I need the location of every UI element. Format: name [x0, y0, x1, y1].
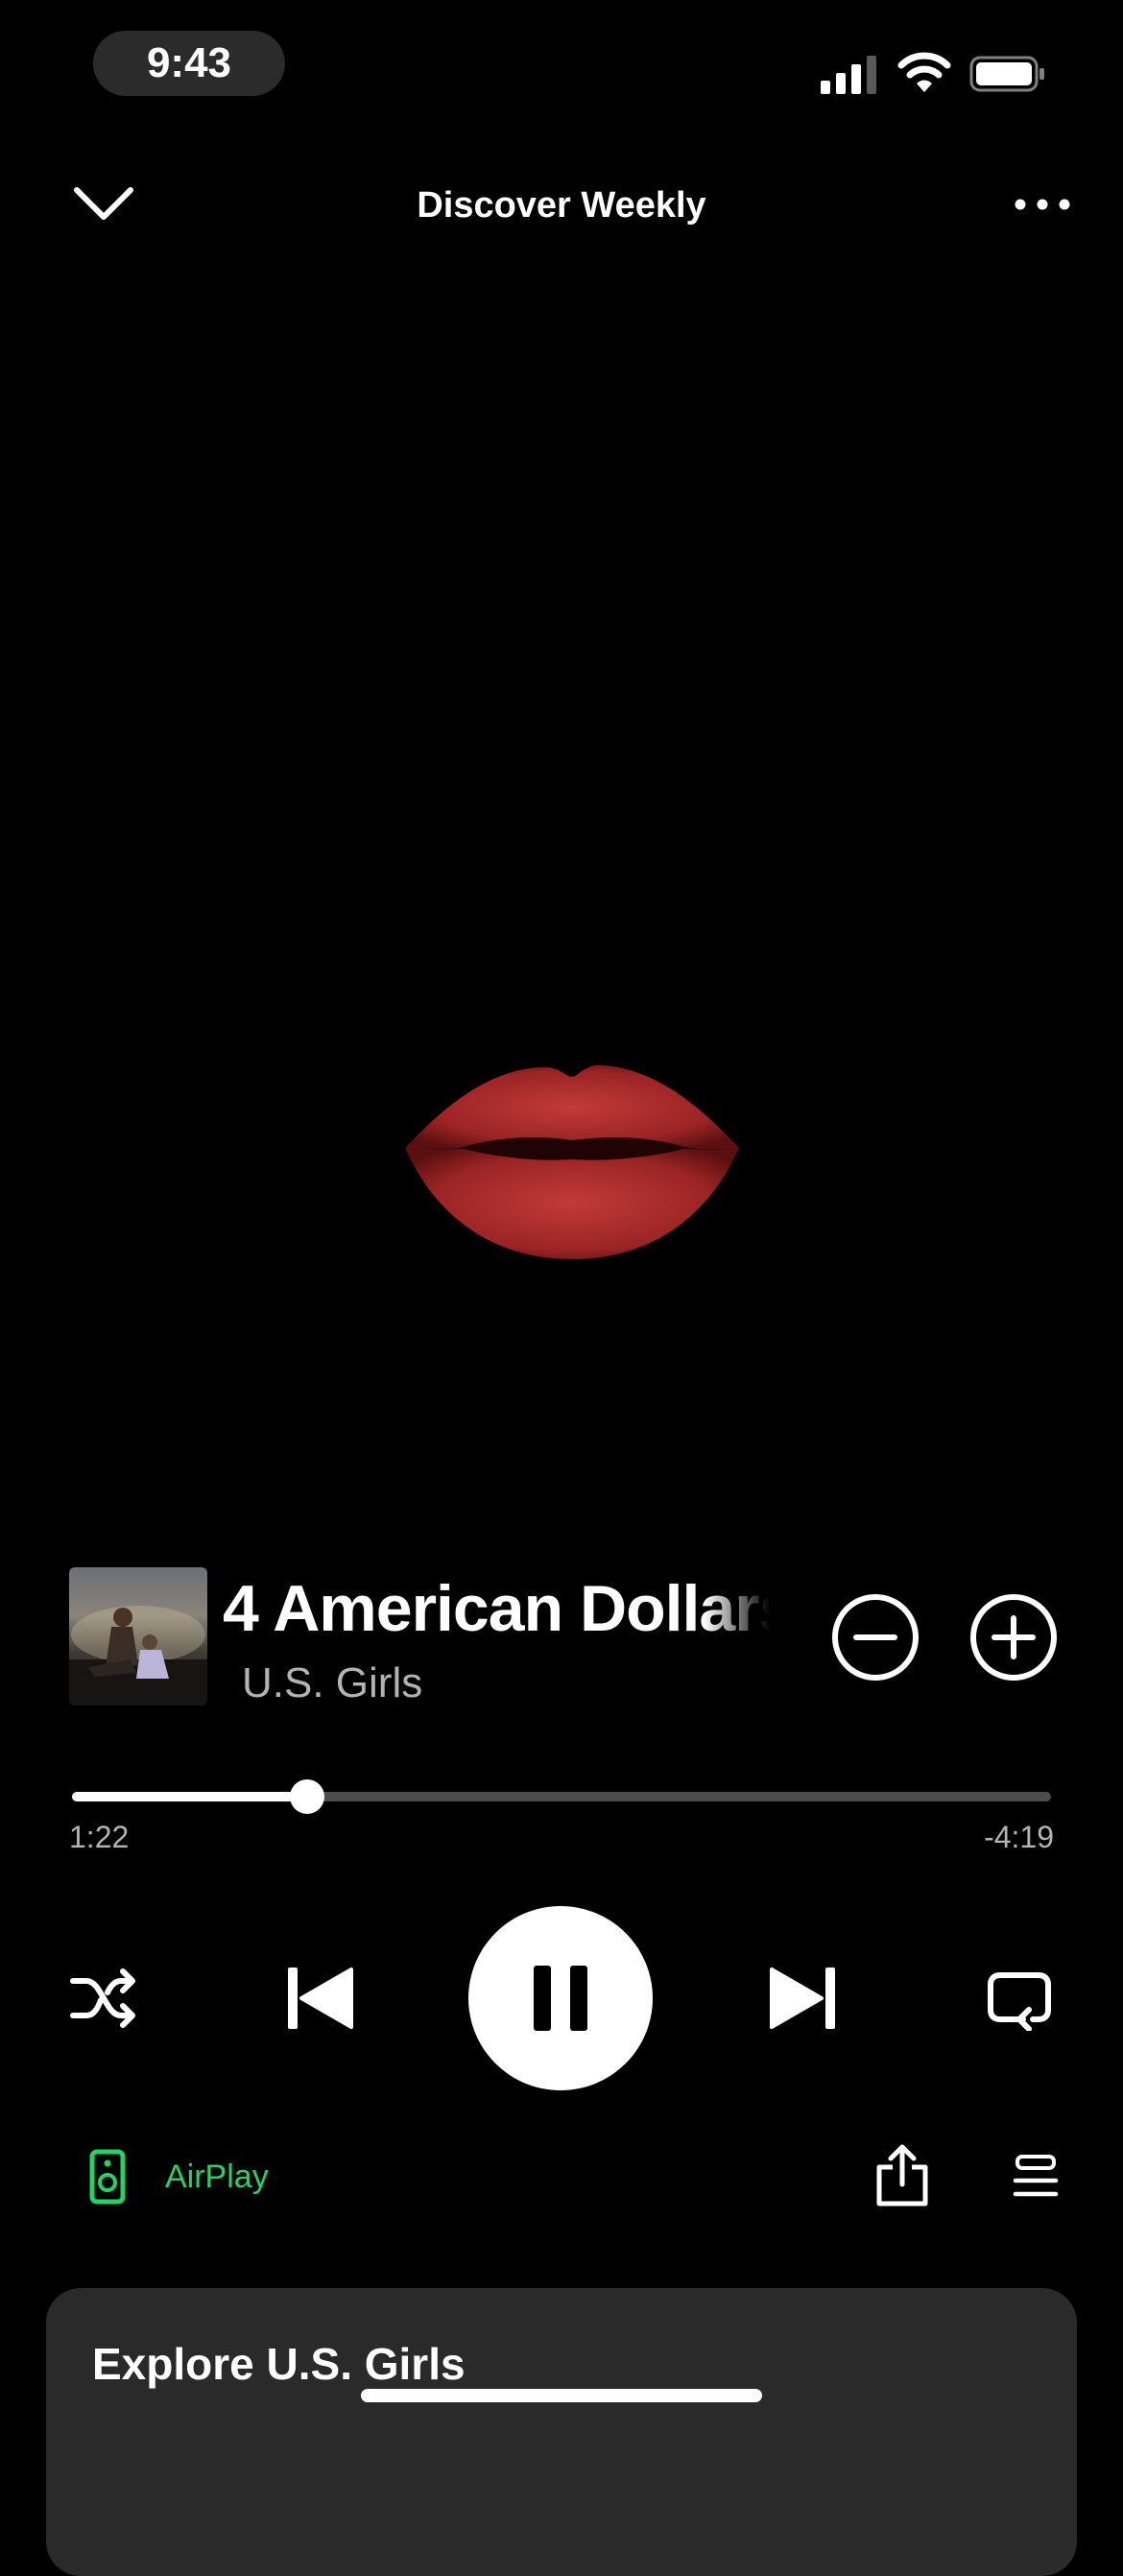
repeat-icon[interactable]: [985, 1966, 1054, 2031]
progress-knob[interactable]: [290, 1779, 324, 1814]
album-thumbnail[interactable]: [69, 1567, 207, 1705]
remaining-time: -4:19: [984, 1820, 1054, 1854]
playlist-title: Discover Weekly: [417, 185, 706, 226]
wifi-icon: [897, 52, 951, 92]
remove-icon[interactable]: [831, 1593, 920, 1682]
track-title: 4 American Dollars: [223, 1572, 770, 1645]
battery-icon: [969, 56, 1044, 92]
pause-icon: [534, 1966, 587, 2031]
progress-fill: [72, 1792, 307, 1801]
home-indicator: [361, 2389, 762, 2402]
signal-icon: [821, 56, 876, 94]
status-time: 9:43: [93, 31, 285, 96]
share-icon[interactable]: [873, 2144, 931, 2207]
queue-icon[interactable]: [1012, 2154, 1060, 2200]
airplay-button[interactable]: AirPlay: [88, 2148, 269, 2206]
skip-back-icon[interactable]: [286, 1964, 355, 2033]
elapsed-time: 1:22: [69, 1820, 130, 1854]
add-icon[interactable]: [969, 1593, 1058, 1682]
skip-forward-icon[interactable]: [768, 1964, 837, 2033]
explore-title: Explore U.S. Girls: [92, 2339, 466, 2389]
shuffle-icon[interactable]: [69, 1966, 138, 2031]
speaker-icon: [89, 2149, 126, 2205]
track-artist[interactable]: U.S. Girls: [242, 1657, 626, 1710]
explore-card[interactable]: [46, 2288, 1077, 2576]
lips-icon: [405, 1064, 739, 1259]
more-icon[interactable]: [1013, 188, 1072, 221]
airplay-label: AirPlay: [165, 2158, 269, 2195]
pause-button[interactable]: [468, 1906, 653, 2090]
chevron-down-icon[interactable]: [73, 182, 134, 225]
